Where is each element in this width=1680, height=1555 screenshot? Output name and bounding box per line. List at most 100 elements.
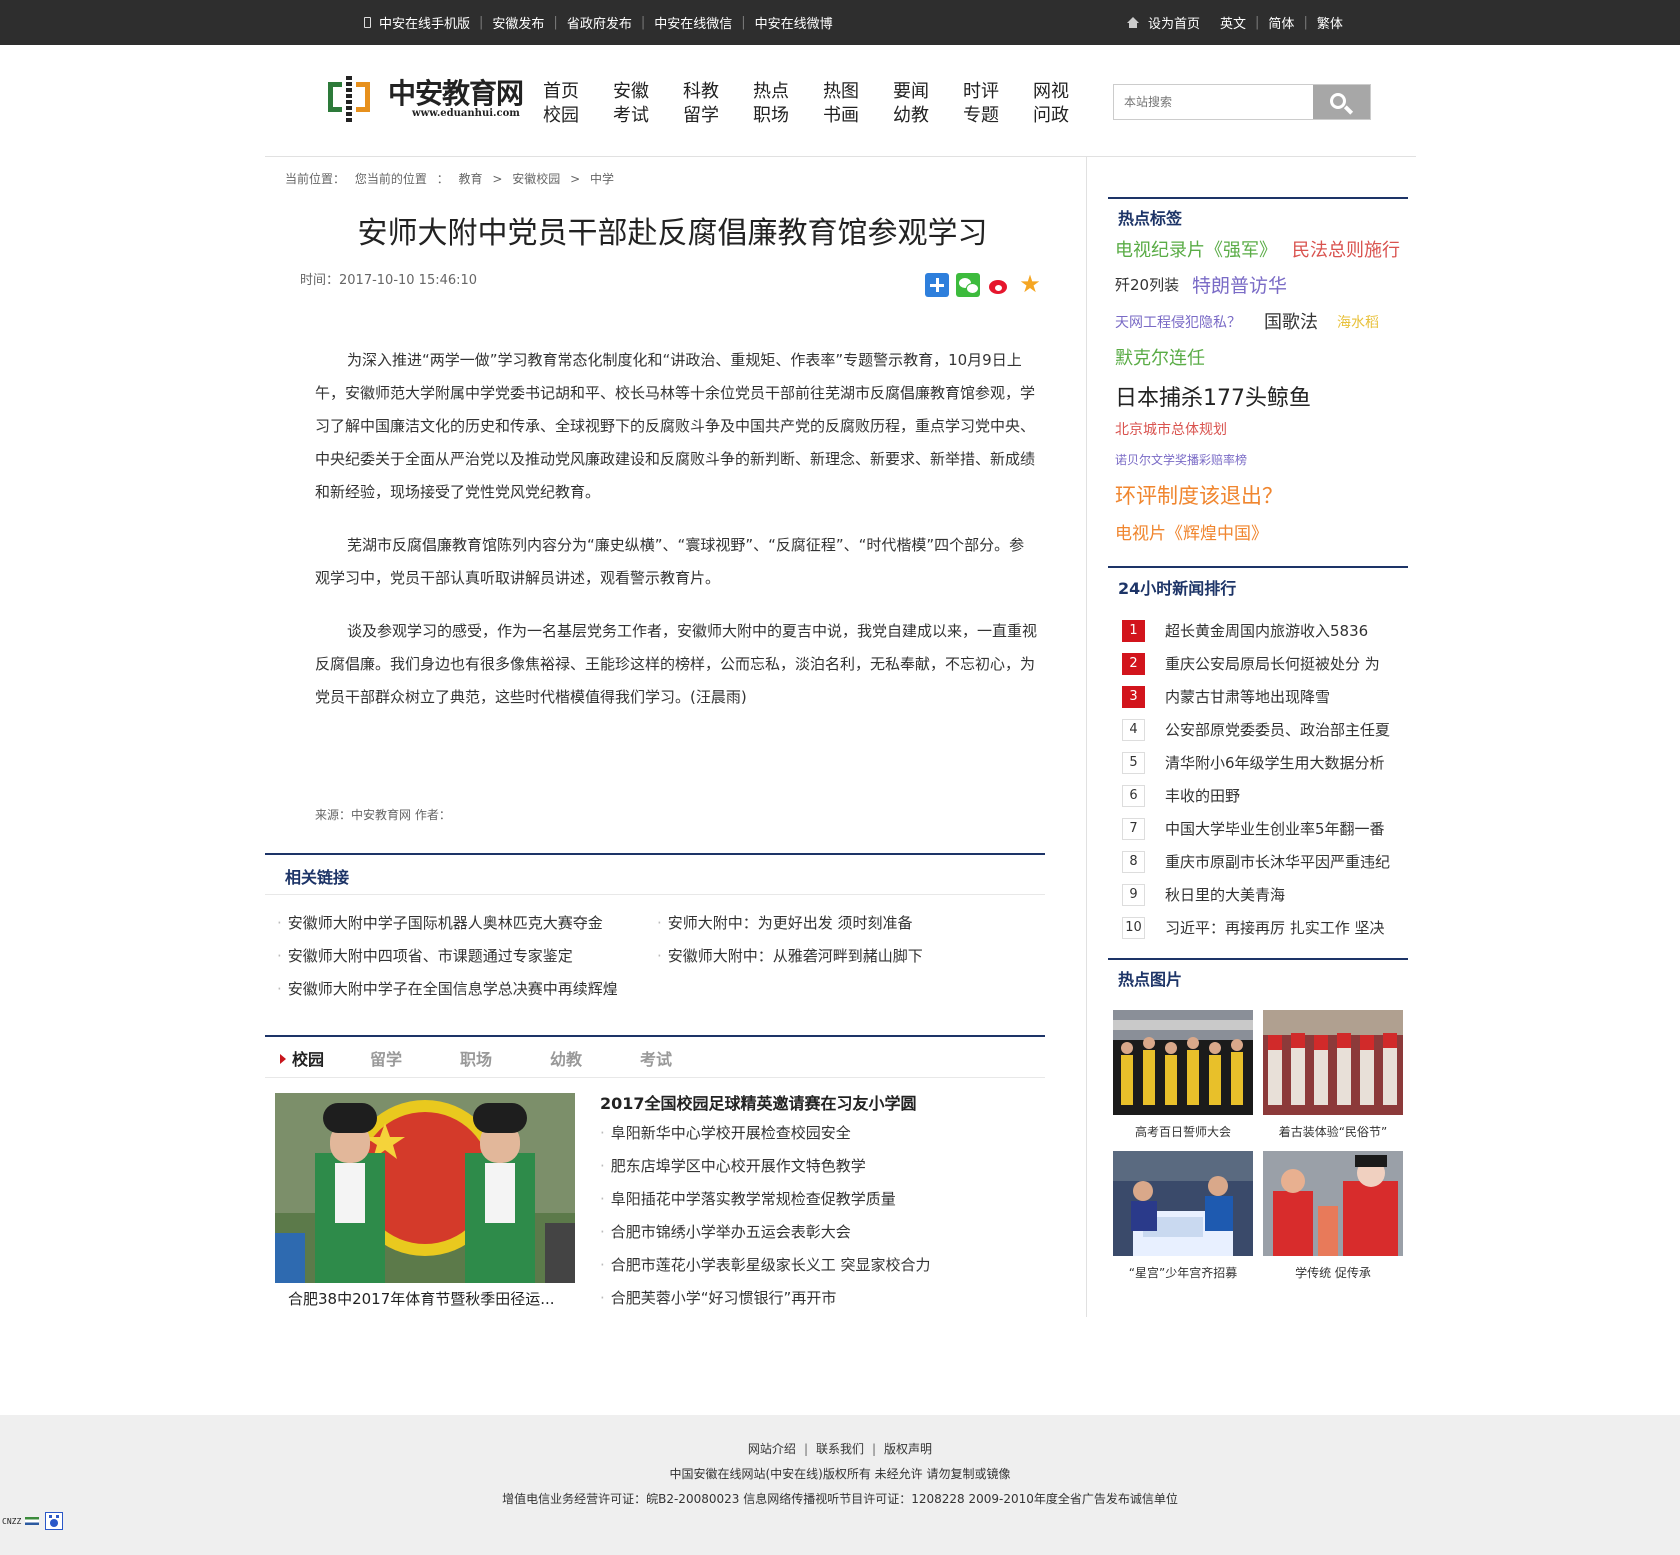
lang-simplified[interactable]: 简体 (1268, 13, 1294, 32)
footer-about-link[interactable]: 网站介绍 (748, 1442, 796, 1456)
nav-item[interactable]: 网视 (1033, 80, 1103, 104)
hot-tag[interactable]: 天网工程侵犯隐私？ (1115, 312, 1241, 332)
favorite-star-icon[interactable]: ★ (1018, 272, 1042, 297)
hot-tag[interactable]: 民法总则施行 (1292, 236, 1400, 262)
crumb-link[interactable]: 您当前的位置 (355, 172, 427, 186)
rank-number: 9 (1122, 883, 1145, 906)
tab-exam[interactable]: 考试 (640, 1046, 730, 1070)
site-logo[interactable]: 中安教育网 www.eduanhui.com (326, 70, 526, 130)
related-link[interactable]: 安徽师大附中四项省、市课题通过专家鉴定 (277, 945, 573, 966)
tab-preschool[interactable]: 幼教 (550, 1046, 640, 1070)
hot-tag[interactable]: 电视纪录片《强军》 (1115, 236, 1277, 262)
hot-pic-caption[interactable]: 高考百日誓师大会 (1113, 1123, 1253, 1140)
related-link[interactable]: 安徽师大附中学子国际机器人奥林匹克大赛夺金 (277, 912, 603, 933)
hot-tag[interactable]: 默克尔连任 (1115, 344, 1205, 370)
footer-licenses: 增值电信业务经营许可证：皖B2-20080023 信息网络传播视听节目许可证：1… (502, 1492, 1178, 1506)
nav-item[interactable]: 热图 (823, 80, 893, 104)
crumb-link[interactable]: 中学 (590, 172, 614, 186)
ranking-row[interactable]: 8 重庆市原副市长沐华平因严重违纪 (1122, 845, 1412, 878)
ranking-row[interactable]: 1 超长黄金周国内旅游收入5836 (1122, 614, 1412, 647)
footer-contact-link[interactable]: 联系我们 (816, 1442, 864, 1456)
hot-tag[interactable]: 海水稻 (1337, 312, 1379, 332)
crumb-link[interactable]: 教育 (459, 172, 483, 186)
mobile-link[interactable]: 中安在线手机版 (364, 13, 470, 32)
nav-item[interactable]: 幼教 (893, 104, 963, 128)
list-item[interactable]: 合肥市锦绣小学举办五运会表彰大会 (600, 1221, 931, 1254)
rank-number: 8 (1122, 850, 1145, 873)
set-home-link[interactable]: 设为首页 (1148, 13, 1200, 32)
hot-tag[interactable]: 北京城市总体规划 (1115, 419, 1227, 439)
lang-english[interactable]: 英文 (1220, 13, 1246, 32)
ranking-title-text: 习近平：再接再厉 扎实工作 坚决 (1165, 919, 1385, 937)
ranking-row[interactable]: 10 习近平：再接再厉 扎实工作 坚决 (1122, 911, 1412, 944)
search-button[interactable] (1313, 85, 1370, 119)
tab-campus[interactable]: 校园 (280, 1046, 370, 1070)
nav-item[interactable]: 校园 (543, 104, 613, 128)
nav-item[interactable]: 首页 (543, 80, 613, 104)
hot-pic-thumb[interactable] (1263, 1010, 1403, 1115)
nav-item[interactable]: 问政 (1033, 104, 1103, 128)
ranking-row[interactable]: 2 重庆公安局原局长何挺被处分 为 (1122, 647, 1412, 680)
nav-item[interactable]: 书画 (823, 104, 893, 128)
weibo-share-icon[interactable] (987, 273, 1011, 297)
tab-study-abroad[interactable]: 留学 (370, 1046, 460, 1070)
breadcrumb: 当前位置： 您当前的位置 ： 教育 > 安徽校园 > 中学 (285, 172, 615, 186)
weibo-link[interactable]: 中安在线微博 (755, 13, 833, 32)
hot-tag[interactable]: 国歌法 (1264, 308, 1318, 334)
hot-tag[interactable]: 环评制度该退出？ (1115, 480, 1283, 510)
gov-release-link[interactable]: 省政府发布 (567, 13, 632, 32)
hot-pic-thumb[interactable] (1263, 1151, 1403, 1256)
list-item[interactable]: 阜阳插花中学落实教学常规检查促教学质量 (600, 1188, 931, 1221)
lang-traditional[interactable]: 繁体 (1317, 13, 1343, 32)
nav-item[interactable]: 时评 (963, 80, 1033, 104)
hot-pic-caption[interactable]: 学传统 促传承 (1263, 1264, 1403, 1281)
tab-career[interactable]: 职场 (460, 1046, 550, 1070)
related-link[interactable]: 安徽师大附中：从雅砻河畔到赭山脚下 (657, 945, 923, 966)
ranking-row[interactable]: 9 秋日里的大美青海 (1122, 878, 1412, 911)
nav-item[interactable]: 科教 (683, 80, 753, 104)
ranking-row[interactable]: 5 清华附小6年级学生用大数据分析 (1122, 746, 1412, 779)
hot-tag[interactable]: 电视片《辉煌中国》 (1115, 519, 1268, 544)
crumb-link[interactable]: 安徽校园 (512, 172, 560, 186)
nav-item[interactable]: 专题 (963, 104, 1033, 128)
related-link[interactable]: 安徽师大附中学子在全国信息学总决赛中再续辉煌 (277, 978, 618, 999)
hot-tag[interactable]: 歼20列装 (1115, 274, 1179, 295)
cnzz-badge[interactable]: CNZZ (2, 1517, 21, 1526)
list-item[interactable]: 合肥市莲花小学表彰星级家长义工 突显家校合力 (600, 1254, 931, 1287)
related-link[interactable]: 安师大附中：为更好出发 须时刻准备 (657, 912, 913, 933)
list-item[interactable]: 阜阳新华中心学校开展检查校园安全 (600, 1122, 931, 1155)
nav-item[interactable]: 留学 (683, 104, 753, 128)
ranking-row[interactable]: 6 丰收的田野 (1122, 779, 1412, 812)
nav-item[interactable]: 考试 (613, 104, 683, 128)
search-input[interactable] (1114, 85, 1314, 119)
wechat-share-icon[interactable] (956, 273, 980, 297)
nav-item[interactable]: 要闻 (893, 80, 963, 104)
nav-item[interactable]: 安徽 (613, 80, 683, 104)
hot-tag[interactable]: 诺贝尔文学奖播彩赔率榜 (1115, 451, 1247, 468)
hot-tag[interactable]: 特朗普访华 (1192, 271, 1287, 298)
nav-item[interactable]: 热点 (753, 80, 823, 104)
rank-number: 2 (1122, 652, 1145, 675)
wechat-link[interactable]: 中安在线微信 (654, 13, 732, 32)
share-more-icon[interactable] (925, 273, 949, 297)
campus-top-rule (265, 1035, 1045, 1037)
nav-col: 时评 专题 (963, 80, 1033, 128)
list-item[interactable]: 肥东店埠学区中心校开展作文特色教学 (600, 1155, 931, 1188)
campus-headline[interactable]: 2017全国校园足球精英邀请赛在习友小学圆 (600, 1090, 931, 1114)
hot-pic-caption[interactable]: 着古装体验“民俗节” (1263, 1123, 1403, 1140)
campus-feature-caption[interactable]: 合肥38中2017年体育节暨秋季田径运... (288, 1288, 578, 1309)
footer-copyright-link[interactable]: 版权声明 (884, 1442, 932, 1456)
anhui-release-link[interactable]: 安徽发布 (492, 13, 544, 32)
top-right-links: 设为首页 英文 | 简体 | 繁体 (1127, 0, 1343, 45)
hot-pic-thumb[interactable] (1113, 1010, 1253, 1115)
paw-icon[interactable] (45, 1512, 64, 1530)
ranking-row[interactable]: 7 中国大学毕业生创业率5年翻一番 (1122, 812, 1412, 845)
list-item[interactable]: 合肥芙蓉小学“好习惯银行”再开市 (600, 1287, 931, 1320)
campus-feature-image[interactable] (275, 1093, 575, 1283)
ranking-row[interactable]: 4 公安部原党委委员、政治部主任夏 (1122, 713, 1412, 746)
nav-item[interactable]: 职场 (753, 104, 823, 128)
ranking-row[interactable]: 3 内蒙古甘肃等地出现降雪 (1122, 680, 1412, 713)
hot-tag[interactable]: 日本捕杀177头鲸鱼 (1115, 380, 1311, 412)
hot-pic-thumb[interactable] (1113, 1151, 1253, 1256)
hot-pic-caption[interactable]: “星宫”少年宫齐招募 (1113, 1264, 1253, 1281)
